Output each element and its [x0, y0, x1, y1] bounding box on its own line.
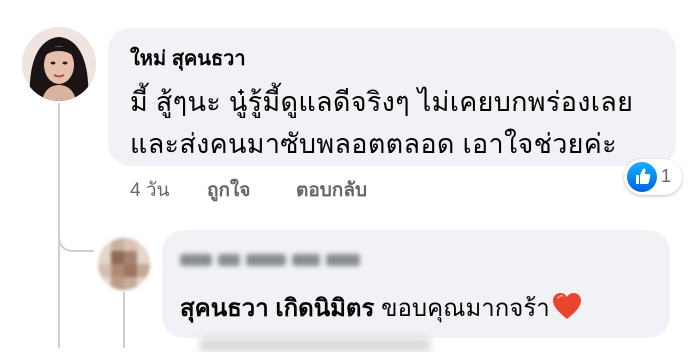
reaction-summary[interactable]: 1	[624, 159, 682, 195]
like-icon	[627, 162, 657, 192]
thread-branch	[58, 200, 94, 252]
reply-author-redacted	[180, 250, 360, 270]
reply-avatar-photo	[98, 238, 150, 290]
redacted-content	[200, 338, 430, 352]
reply-avatar[interactable]	[98, 238, 150, 290]
reply-text: สุคนธวา เกิดนิมิตร ขอบคุณมากจร้า	[180, 288, 582, 327]
reaction-count: 1	[661, 166, 672, 186]
comment-author[interactable]: ใหม่ สุคนธวา	[130, 42, 246, 74]
reply-message: ขอบคุณมากจร้า	[374, 295, 550, 322]
heart-icon	[552, 293, 581, 319]
reply-button[interactable]: ตอบกลับ	[296, 175, 367, 205]
reply-bubble: สุคนธวา เกิดนิมิตร ขอบคุณมากจร้า	[162, 230, 670, 338]
comment-bubble: ใหม่ สุคนธวา มี้ สู้ๆนะ นู๋รู้มี้ดูแลดีจ…	[108, 28, 676, 166]
like-button[interactable]: ถูกใจ	[207, 175, 250, 205]
avatar[interactable]	[22, 27, 96, 101]
reply-mention[interactable]: สุคนธวา เกิดนิมิตร	[180, 295, 374, 322]
avatar-photo	[22, 27, 96, 101]
thread-line-reply	[123, 292, 125, 348]
comment-timestamp[interactable]: 4 วัน	[130, 175, 170, 205]
comment-text-line-1: มี้ สู้ๆนะ นู๋รู้มี้ดูแลดีจริงๆ ไม่เคยบก…	[130, 87, 634, 117]
comment-text-line-2: และส่งคนมาซับพลอตตลอด เอาใจช่วยค่ะ	[130, 129, 617, 159]
